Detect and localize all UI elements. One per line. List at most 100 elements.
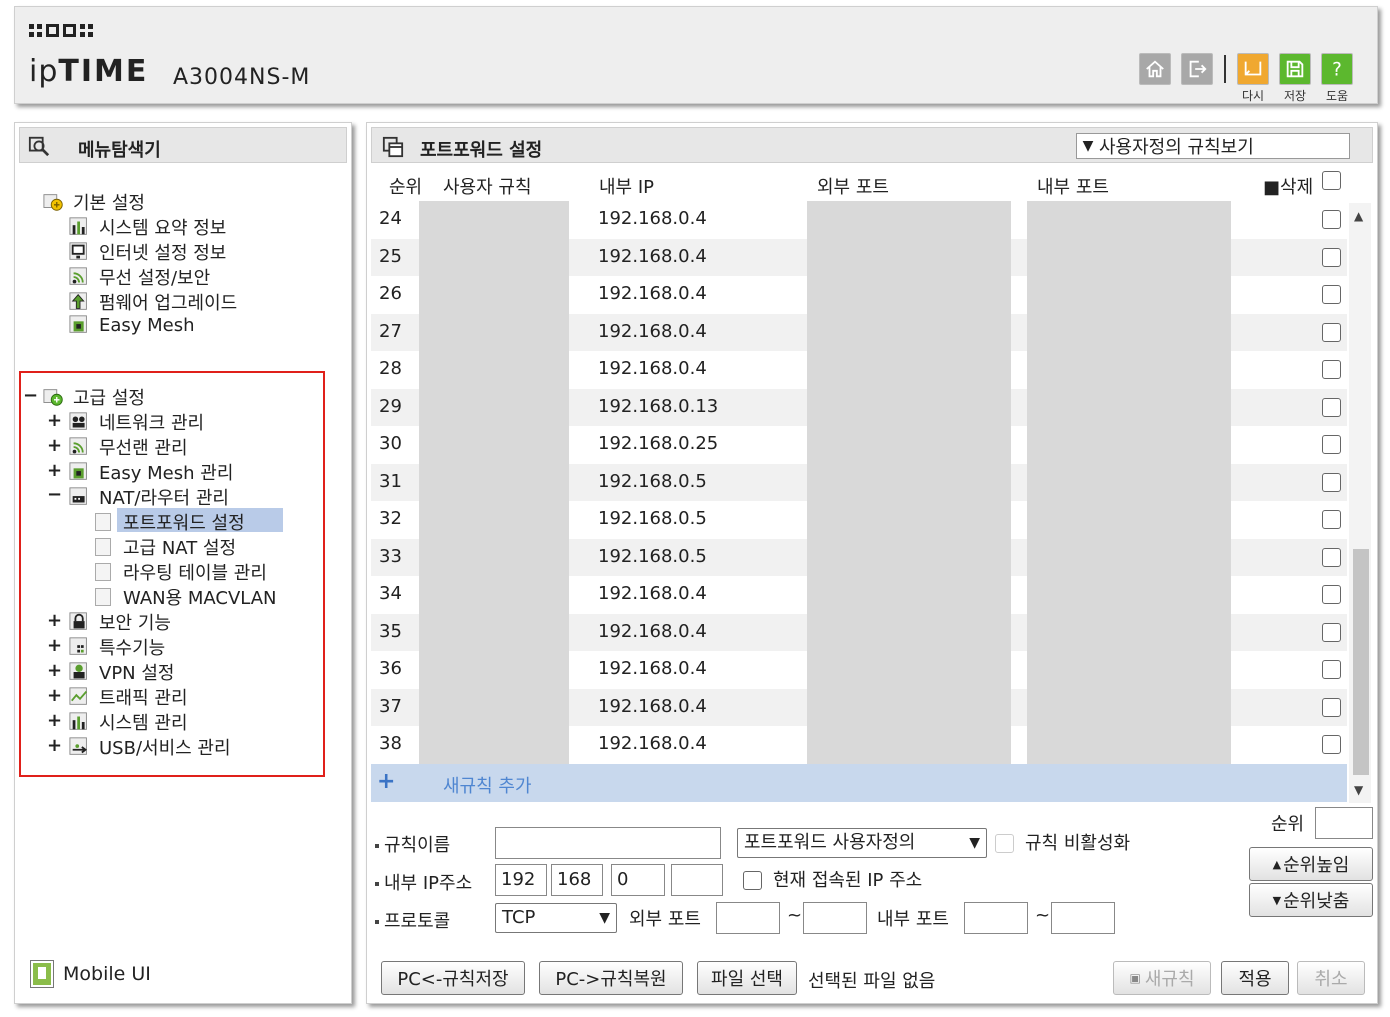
expand-special-toggle[interactable]: + xyxy=(47,635,62,656)
current-ip-checkbox[interactable] xyxy=(743,871,762,890)
row-delete-checkbox[interactable] xyxy=(1322,210,1341,229)
sidebar-item-system-admin[interactable]: 시스템 관리 xyxy=(69,709,188,735)
external-port-start-input[interactable] xyxy=(716,902,780,934)
help-button[interactable]: ? xyxy=(1321,53,1353,85)
row-delete-checkbox[interactable] xyxy=(1322,435,1341,454)
sidebar-item-security[interactable]: 보안 기능 xyxy=(69,609,171,635)
ip-octet-3-input[interactable]: 0 xyxy=(611,864,665,896)
priority-up-button[interactable]: ▲ 순위높임 xyxy=(1249,847,1373,881)
sidebar-item-usb-services[interactable]: USB/서비스 관리 xyxy=(69,734,231,760)
table-row[interactable]: 27 192.168.0.4 xyxy=(371,313,1347,351)
sidebar-item-easy-mesh-admin[interactable]: Easy Mesh 관리 xyxy=(69,459,233,485)
sidebar-item-advanced-nat[interactable]: 고급 NAT 설정 xyxy=(95,534,236,560)
pc-restore-rules-button[interactable]: PC->규칙복원 xyxy=(539,961,683,995)
row-delete-checkbox[interactable] xyxy=(1322,660,1341,679)
table-row[interactable]: 26 192.168.0.4 xyxy=(371,276,1347,314)
cancel-button[interactable]: 취소 xyxy=(1297,961,1365,995)
logout-button[interactable] xyxy=(1181,53,1213,85)
file-select-button[interactable]: 파일 선택 xyxy=(697,961,797,995)
priority-down-button[interactable]: ▼ 순위낮춤 xyxy=(1249,883,1373,917)
expand-easymesh-toggle[interactable]: + xyxy=(47,460,62,481)
internal-port-end-input[interactable] xyxy=(1051,902,1115,934)
table-row[interactable]: 25 192.168.0.4 xyxy=(371,238,1347,276)
redo-button[interactable] xyxy=(1237,53,1269,85)
table-row[interactable]: 24 192.168.0.4 xyxy=(371,201,1347,239)
expand-vpn-toggle[interactable]: + xyxy=(47,660,62,681)
sidebar-item-wireless-security[interactable]: 무선 설정/보안 xyxy=(69,264,210,290)
tree-advanced-settings[interactable]: 고급 설정 xyxy=(43,384,145,410)
table-row[interactable]: 38 192.168.0.4 xyxy=(371,726,1347,764)
table-row[interactable]: 33 192.168.0.5 xyxy=(371,538,1347,576)
expand-wlan-toggle[interactable]: + xyxy=(47,435,62,456)
apply-button[interactable]: 적용 xyxy=(1221,961,1289,995)
expand-security-toggle[interactable]: + xyxy=(47,610,62,631)
row-delete-checkbox[interactable] xyxy=(1322,472,1341,492)
triangle-up-icon: ▲ xyxy=(1272,857,1282,871)
ip-octet-4-input[interactable] xyxy=(671,864,723,896)
row-internal-ip: 192.168.0.13 xyxy=(598,395,719,417)
row-delete-checkbox[interactable] xyxy=(1322,547,1341,567)
select-all-checkbox[interactable] xyxy=(1322,171,1341,190)
table-row[interactable]: 28 192.168.0.4 xyxy=(371,351,1347,389)
sidebar-item-easy-mesh[interactable]: Easy Mesh xyxy=(69,314,195,336)
sidebar-item-network[interactable]: 네트워크 관리 xyxy=(69,409,204,435)
table-row[interactable]: 37 192.168.0.4 xyxy=(371,688,1347,726)
row-delete-checkbox[interactable] xyxy=(1322,697,1341,717)
ip-octet-2-input[interactable]: 168 xyxy=(551,864,603,896)
scroll-down-icon[interactable]: ▼ xyxy=(1354,783,1363,797)
protocol-select[interactable]: TCP ▼ xyxy=(495,903,617,933)
rule-view-select[interactable]: ▼ 사용자정의 규칙보기 xyxy=(1076,133,1350,159)
table-row[interactable]: 31 192.168.0.5 xyxy=(371,463,1347,501)
collapse-nat-toggle[interactable]: − xyxy=(47,484,62,505)
row-delete-checkbox[interactable] xyxy=(1322,510,1341,529)
table-row[interactable]: 32 192.168.0.5 xyxy=(371,501,1347,539)
sidebar-item-firmware-upgrade[interactable]: 펌웨어 업그레이드 xyxy=(69,289,237,315)
sidebar-item-wlan[interactable]: 무선랜 관리 xyxy=(69,434,188,460)
table-row[interactable]: 34 192.168.0.4 xyxy=(371,576,1347,614)
expand-system-toggle[interactable]: + xyxy=(47,710,62,731)
row-delete-checkbox[interactable] xyxy=(1322,285,1341,304)
sidebar-item-system-summary[interactable]: 시스템 요약 정보 xyxy=(69,214,226,240)
plus-icon: + xyxy=(377,769,396,794)
row-delete-checkbox[interactable] xyxy=(1322,247,1341,267)
row-delete-checkbox[interactable] xyxy=(1322,735,1341,754)
rule-type-select[interactable]: 포트포워드 사용자정의 ▼ xyxy=(737,828,987,858)
sidebar-item-nat-router[interactable]: NAT/라우터 관리 xyxy=(69,484,229,510)
add-new-rule-row[interactable]: + 새규칙 추가 xyxy=(371,764,1347,802)
tree-basic-settings[interactable]: 기본 설정 xyxy=(43,189,145,215)
sidebar-item-internet-info[interactable]: 인터넷 설정 정보 xyxy=(69,239,226,265)
home-button[interactable] xyxy=(1139,53,1171,85)
external-port-end-input[interactable] xyxy=(803,902,867,934)
sidebar-item-port-forward[interactable]: 포트포워드 설정 xyxy=(95,509,245,535)
row-delete-checkbox[interactable] xyxy=(1322,360,1341,379)
row-delete-checkbox[interactable] xyxy=(1322,322,1341,342)
scroll-thumb[interactable] xyxy=(1353,549,1369,775)
save-button[interactable] xyxy=(1279,53,1311,85)
ip-octet-1-input[interactable]: 192 xyxy=(495,864,547,896)
sidebar-item-special-features[interactable]: 특수기능 xyxy=(69,634,165,660)
order-input[interactable] xyxy=(1315,807,1373,839)
table-row[interactable]: 29 192.168.0.13 xyxy=(371,388,1347,426)
sidebar-item-wan-macvlan[interactable]: WAN용 MACVLAN xyxy=(95,584,277,610)
mobile-ui-link[interactable]: Mobile UI xyxy=(30,960,151,988)
table-row[interactable]: 35 192.168.0.4 xyxy=(371,613,1347,651)
sidebar-item-routing-table[interactable]: 라우팅 테이블 관리 xyxy=(95,559,267,585)
collapse-advanced-toggle[interactable]: − xyxy=(23,385,38,406)
rule-name-input[interactable] xyxy=(495,827,721,859)
row-delete-checkbox[interactable] xyxy=(1322,397,1341,417)
sidebar-item-vpn[interactable]: VPN 설정 xyxy=(69,659,174,685)
scroll-up-icon[interactable]: ▲ xyxy=(1354,209,1363,223)
row-delete-checkbox[interactable] xyxy=(1322,622,1341,642)
row-delete-checkbox[interactable] xyxy=(1322,585,1341,604)
internal-port-start-input[interactable] xyxy=(964,902,1028,934)
expand-usb-toggle[interactable]: + xyxy=(47,735,62,756)
sidebar-item-traffic[interactable]: 트래픽 관리 xyxy=(69,684,188,710)
expand-network-toggle[interactable]: + xyxy=(47,410,62,431)
expand-traffic-toggle[interactable]: + xyxy=(47,685,62,706)
new-rule-button[interactable]: ▣ 새규칙 xyxy=(1113,961,1211,995)
pc-save-rules-button[interactable]: PC<-규칙저장 xyxy=(381,961,525,995)
disable-rule-checkbox[interactable] xyxy=(995,834,1014,853)
table-scrollbar[interactable]: ▲ ▼ xyxy=(1349,203,1371,803)
table-row[interactable]: 30 192.168.0.25 xyxy=(371,426,1347,464)
table-row[interactable]: 36 192.168.0.4 xyxy=(371,651,1347,689)
